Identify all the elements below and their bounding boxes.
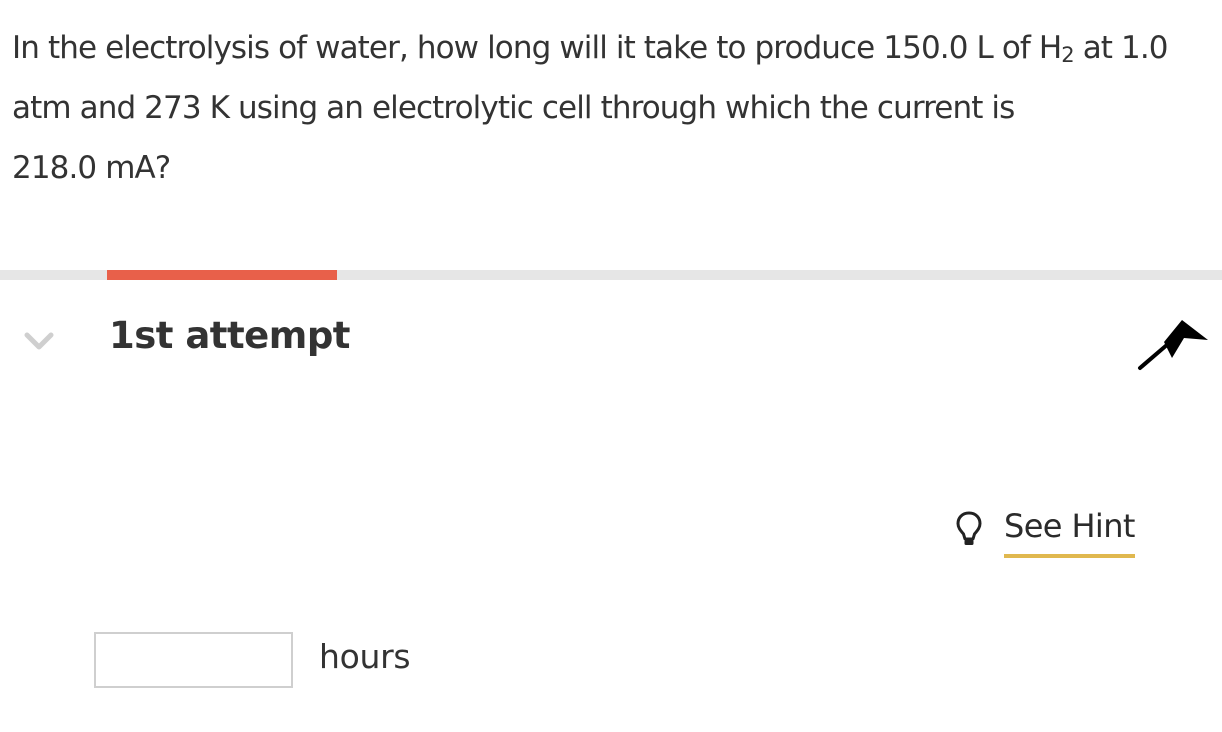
attempt-title: 1st attempt (109, 314, 351, 357)
flag-icon[interactable] (1136, 318, 1210, 372)
see-hint-link[interactable]: See Hint (955, 506, 1135, 558)
question-line-1-end: at 1.0 (1073, 30, 1169, 66)
question-line-1-start: In the electrolysis of water, how long w… (12, 30, 1062, 66)
attempt-progress-fill (107, 270, 337, 280)
question-line-2: atm and 273 K using an electrolytic cell… (12, 90, 1015, 126)
question-page: In the electrolysis of water, how long w… (0, 0, 1222, 732)
chevron-down-icon[interactable] (24, 330, 54, 352)
h2-subscript: 2 (1061, 43, 1074, 67)
answer-input[interactable] (94, 632, 293, 688)
see-hint-label[interactable]: See Hint (1004, 506, 1135, 558)
question-line-1: In the electrolysis of water, how long w… (12, 18, 1192, 78)
lightbulb-icon (956, 511, 982, 545)
answer-unit-label: hours (319, 637, 411, 676)
question-line-3: 218.0 mA? (12, 150, 171, 186)
question-text: In the electrolysis of water, how long w… (12, 18, 1192, 198)
